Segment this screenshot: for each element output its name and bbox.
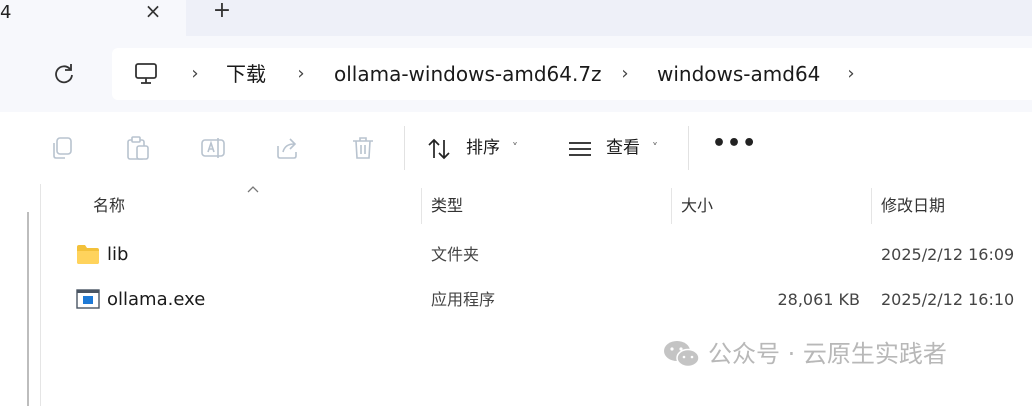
paste-icon (127, 136, 149, 160)
folder-icon (77, 245, 99, 264)
copy-icon (53, 137, 72, 159)
column-header-row: 名称 类型 大小 修改日期 (41, 184, 1032, 228)
rename-icon (201, 138, 225, 158)
file-modified: 2025/2/12 16:09 (881, 245, 1015, 264)
nav-pane-scrollbar[interactable] (27, 212, 29, 406)
file-type: 文件夹 (431, 245, 480, 264)
tab-title-fragment: 4 (0, 2, 12, 23)
file-name: ollama.exe (107, 289, 206, 310)
nav-pane-fragment (0, 252, 4, 260)
address-bar[interactable]: › 下载 › ollama-windows-amd64.7z › windows… (112, 48, 1032, 100)
sort-label: 排序 (466, 138, 500, 158)
breadcrumb-downloads[interactable]: 下载 (226, 60, 266, 88)
chevron-right-icon[interactable]: › (188, 62, 202, 86)
active-tab[interactable]: 4 × (0, 0, 186, 36)
nav-pane-fragment (0, 296, 4, 304)
navigation-row: › 下载 › ollama-windows-amd64.7z › windows… (0, 36, 1032, 112)
chevron-right-icon[interactable]: › (618, 62, 632, 86)
column-divider[interactable] (671, 188, 672, 224)
trash-icon (353, 137, 373, 159)
breadcrumb-archive[interactable]: ollama-windows-amd64.7z (334, 60, 602, 88)
file-explorer-window: 4 × + › 下载 › ollama-windows-amd64.7z › w… (0, 0, 1032, 406)
column-divider[interactable] (871, 188, 872, 224)
delete-button[interactable] (349, 134, 377, 162)
more-options-button[interactable]: ••• (712, 133, 756, 162)
chevron-right-icon[interactable]: › (294, 62, 308, 86)
computer-icon (135, 63, 157, 84)
file-row[interactable]: ollama.exe 应用程序 28,061 KB 2025/2/12 16:1… (41, 278, 1032, 322)
file-modified: 2025/2/12 16:10 (881, 290, 1015, 309)
refresh-button[interactable] (50, 60, 78, 88)
paste-button[interactable] (124, 134, 152, 162)
wechat-icon (664, 341, 700, 368)
navigation-pane (0, 184, 41, 406)
this-pc-button[interactable] (132, 60, 160, 88)
chevron-down-icon: ˅ (512, 141, 518, 155)
sort-button[interactable]: 排序 ˅ (426, 132, 530, 166)
copy-button[interactable] (48, 134, 76, 162)
watermark-text: 公众号 · 云原生实践者 (708, 340, 947, 368)
share-icon (277, 138, 297, 159)
tab-strip: 4 × + (0, 0, 1032, 36)
new-tab-button[interactable]: + (208, 0, 236, 26)
column-header-modified[interactable]: 修改日期 (881, 192, 945, 220)
column-divider[interactable] (421, 188, 422, 224)
breadcrumb-current-folder[interactable]: windows-amd64 (657, 60, 820, 88)
sort-icon (428, 138, 450, 160)
chevron-right-icon[interactable]: › (844, 62, 858, 86)
toolbar-separator (688, 126, 689, 170)
file-row[interactable]: lib 文件夹 2025/2/12 16:09 (41, 233, 1032, 277)
share-button[interactable] (274, 134, 302, 162)
view-label: 查看 (606, 138, 640, 158)
rename-button[interactable] (199, 134, 227, 162)
file-type: 应用程序 (431, 290, 496, 309)
close-tab-button[interactable]: × (140, 0, 166, 26)
sort-ascending-icon (247, 186, 259, 193)
column-header-type[interactable]: 类型 (431, 192, 463, 220)
file-size: 28,061 KB (777, 290, 860, 309)
column-header-size[interactable]: 大小 (681, 192, 713, 220)
application-icon (76, 289, 100, 309)
view-list-icon (569, 142, 591, 156)
toolbar-separator (404, 126, 405, 170)
refresh-icon (55, 64, 73, 84)
file-name: lib (107, 244, 129, 265)
column-header-name[interactable]: 名称 (93, 192, 125, 220)
view-button[interactable]: 查看 ˅ (566, 132, 670, 166)
chevron-down-icon: ˅ (652, 141, 658, 155)
command-bar: 排序 ˅ 查看 ˅ ••• (0, 112, 1032, 184)
